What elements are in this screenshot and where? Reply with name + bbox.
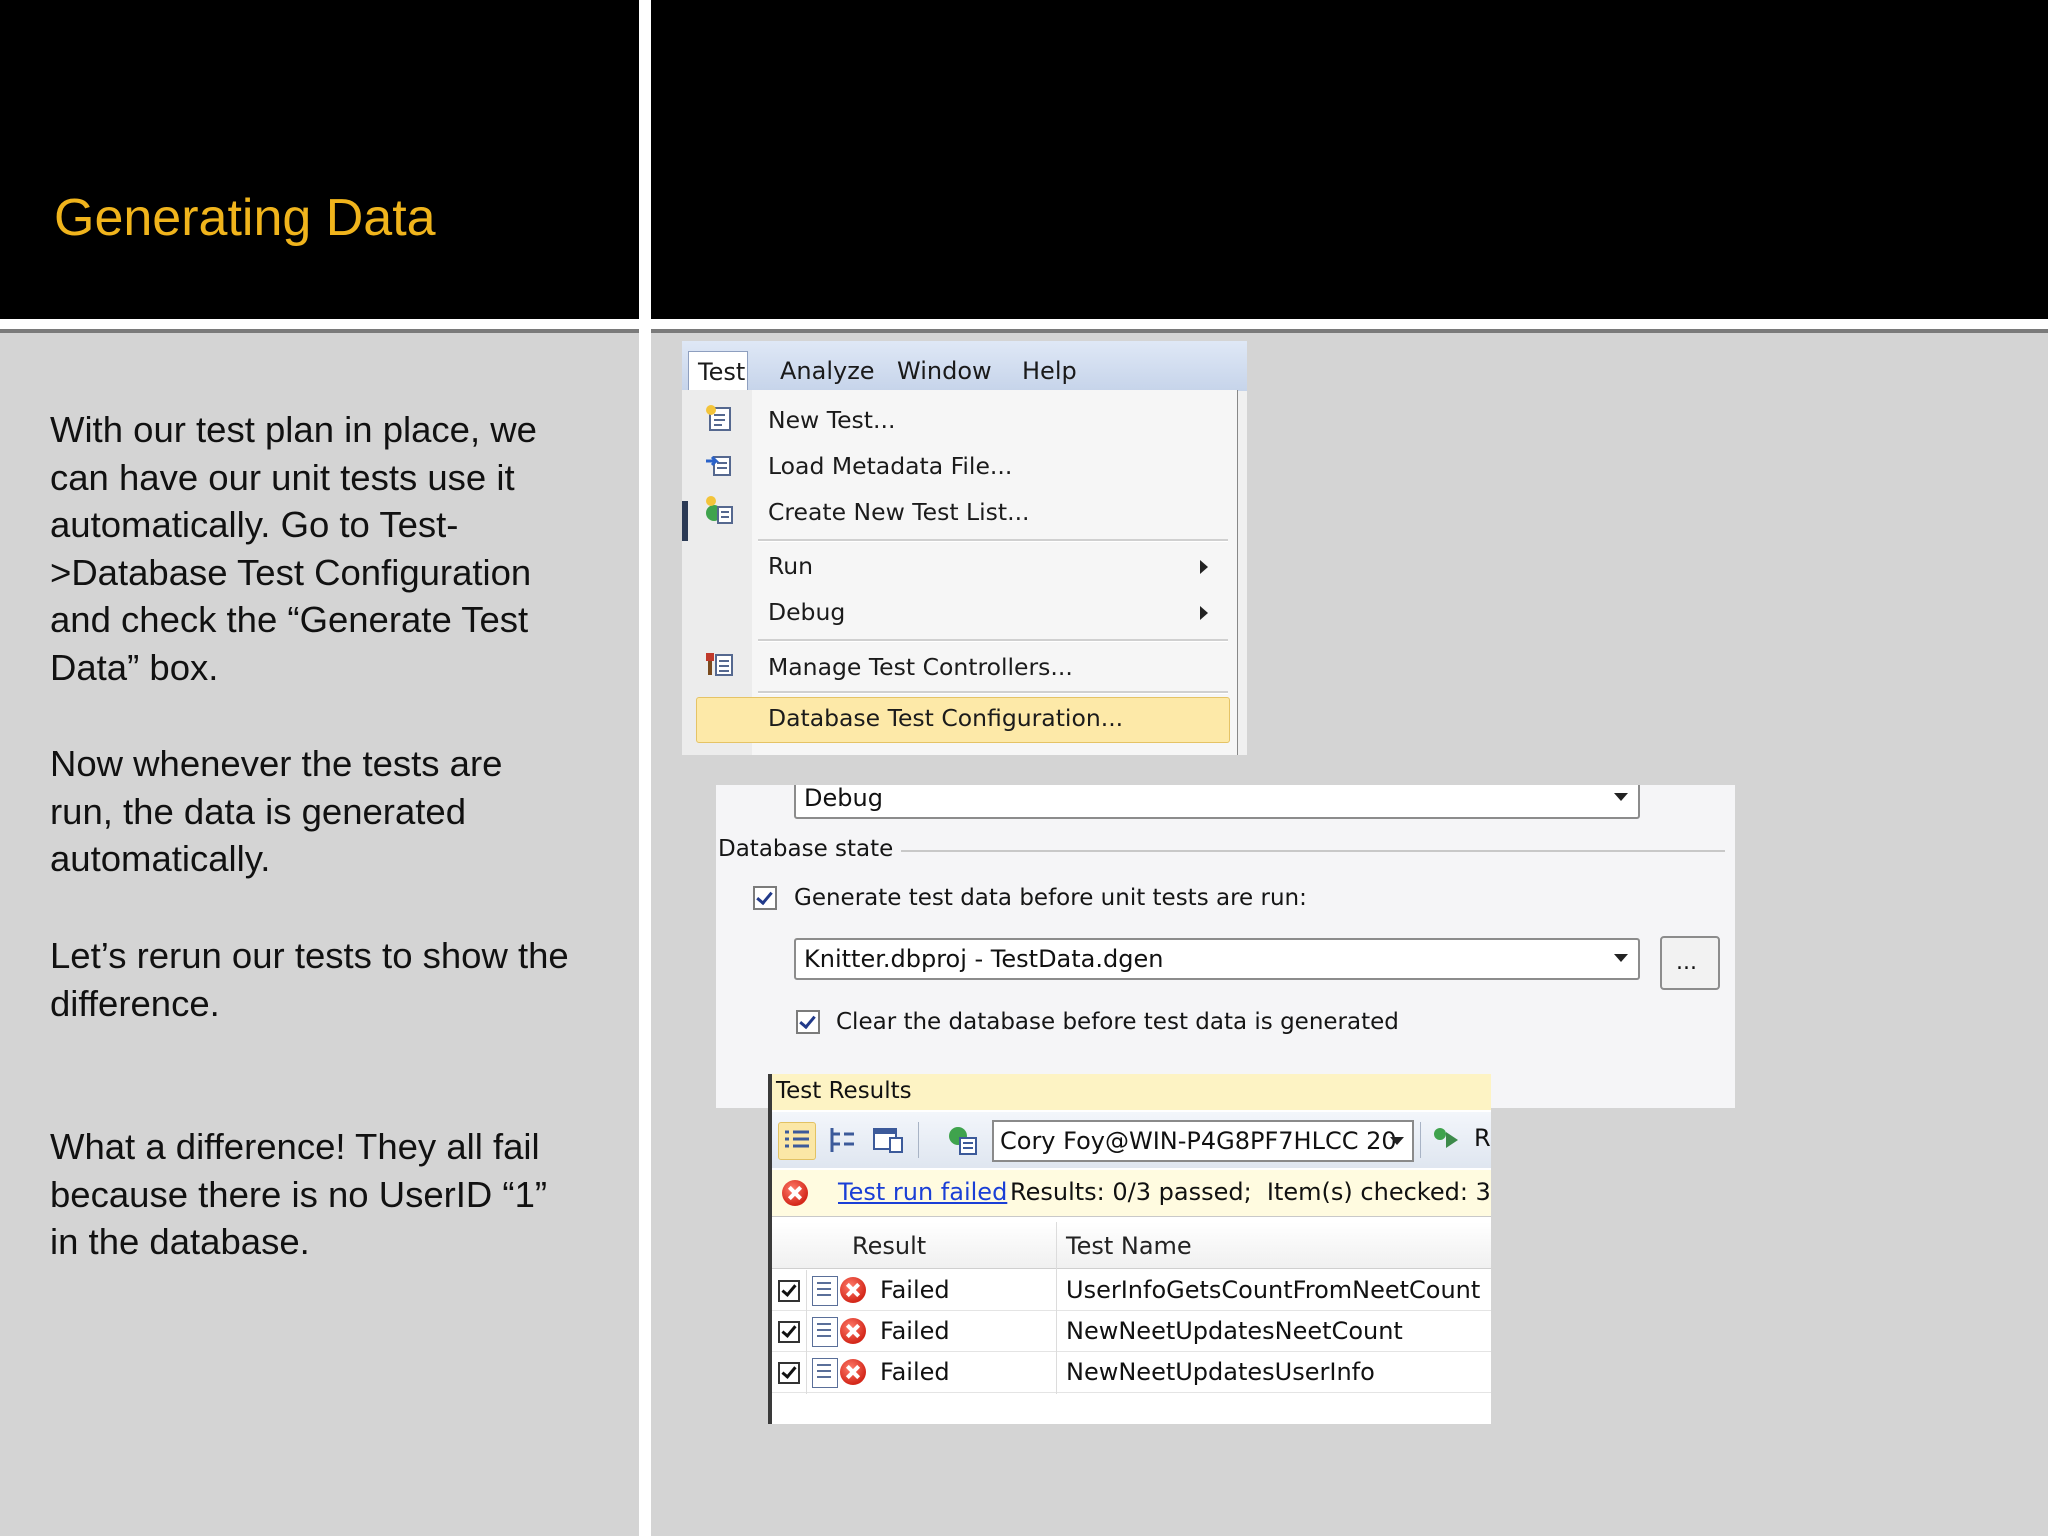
row-checkbox[interactable] <box>778 1362 800 1384</box>
group-view-button[interactable] <box>824 1122 860 1158</box>
failed-icon <box>840 1318 866 1344</box>
chevron-down-icon <box>1614 793 1628 801</box>
tree-view-icon <box>830 1128 854 1152</box>
browse-button[interactable]: ... <box>1660 936 1720 990</box>
menu-item-manage-controllers[interactable]: Manage Test Controllers... <box>768 653 1073 681</box>
run-icon <box>1434 1128 1458 1148</box>
submenu-arrow-icon <box>1200 560 1208 574</box>
data-plan-value: Knitter.dbproj - TestData.dgen <box>804 945 1164 973</box>
test-document-icon <box>812 1317 838 1347</box>
table-row[interactable]: Failed UserInfoGetsCountFromNeetCount <box>768 1270 1491 1311</box>
menu-separator <box>758 539 1228 542</box>
new-test-list-icon <box>706 496 733 524</box>
list-view-icon <box>785 1130 809 1148</box>
section-divider <box>901 850 1725 852</box>
column-header-test-name[interactable]: Test Name <box>1066 1232 1192 1260</box>
test-run-icon <box>949 1127 977 1155</box>
new-test-icon <box>706 405 731 431</box>
error-icon <box>782 1180 808 1206</box>
configuration-select[interactable]: Debug <box>794 785 1640 819</box>
clear-database-label: Clear the database before test data is g… <box>836 1009 1399 1035</box>
paragraph-generation: Now whenever the tests are run, the data… <box>50 743 503 879</box>
test-menu-screenshot: Test Analyze Window Help New Test... Loa… <box>682 341 1247 755</box>
test-document-icon <box>812 1358 838 1388</box>
toolbar-separator <box>1420 1122 1421 1158</box>
rerun-label: R <box>1474 1124 1491 1152</box>
test-run-select[interactable]: Cory Foy@WIN-P4G8PF7HLCC 20 <box>992 1120 1414 1162</box>
slide-title: Generating Data <box>54 189 436 247</box>
row-result: Failed <box>880 1358 950 1386</box>
table-row[interactable]: Failed NewNeetUpdatesNeetCount <box>768 1311 1491 1352</box>
test-run-status-bar: Test run failed Results: 0/3 passed; Ite… <box>768 1170 1491 1217</box>
menu-item-database-test-configuration-label: Database Test Configuration... <box>768 704 1124 732</box>
data-plan-select[interactable]: Knitter.dbproj - TestData.dgen <box>794 938 1640 980</box>
test-run-value: Cory Foy@WIN-P4G8PF7HLCC 20 <box>1000 1127 1397 1155</box>
menu-item-database-test-configuration[interactable]: Database Test Configuration... <box>696 697 1230 743</box>
menu-test[interactable]: Test <box>688 351 748 392</box>
menu-item-new-test-list[interactable]: Create New Test List... <box>768 498 1030 526</box>
menu-separator <box>758 639 1228 642</box>
table-row[interactable]: Failed NewNeetUpdatesUserInfo <box>768 1352 1491 1393</box>
row-checkbox[interactable] <box>778 1280 800 1302</box>
run-config-button[interactable] <box>944 1122 980 1158</box>
window-icon <box>873 1128 903 1153</box>
test-results-title: Test Results <box>776 1078 912 1104</box>
test-results-toolbar: Cory Foy@WIN-P4G8PF7HLCC 20 R <box>768 1112 1491 1168</box>
submenu-arrow-icon <box>1200 606 1208 620</box>
paragraph-intro: With our test plan in place, we can have… <box>50 409 537 688</box>
rerun-button[interactable] <box>1430 1122 1466 1158</box>
row-test-name: UserInfoGetsCountFromNeetCount <box>1066 1276 1481 1304</box>
paragraph-rerun: Let’s rerun our tests to show the differ… <box>50 935 569 1024</box>
configuration-value: Debug <box>804 785 883 812</box>
test-document-icon <box>812 1276 838 1306</box>
browse-button-label: ... <box>1676 950 1697 975</box>
row-test-name: NewNeetUpdatesNeetCount <box>1066 1317 1403 1345</box>
details-view-button[interactable] <box>870 1122 906 1158</box>
column-divider <box>806 1270 807 1394</box>
test-controllers-icon <box>706 653 733 676</box>
title-banner-right <box>651 0 2048 319</box>
generate-test-data-checkbox[interactable] <box>753 886 777 910</box>
toolbar-separator <box>918 1122 919 1158</box>
row-result: Failed <box>880 1276 950 1304</box>
row-result: Failed <box>880 1317 950 1345</box>
menu-separator <box>758 691 1228 694</box>
generate-test-data-label: Generate test data before unit tests are… <box>794 885 1307 911</box>
editor-edge <box>682 501 688 541</box>
list-view-button[interactable] <box>778 1122 816 1160</box>
row-test-name: NewNeetUpdatesUserInfo <box>1066 1358 1375 1386</box>
column-divider <box>1056 1222 1057 1394</box>
menu-test-label: Test <box>698 358 746 386</box>
menu-item-run[interactable]: Run <box>768 552 813 580</box>
chevron-down-icon <box>1614 954 1628 962</box>
test-results-window: Test Results Cory Foy@WIN-P4G8PF7HLCC 20… <box>768 1074 1491 1424</box>
results-table-header: Result Test Name <box>768 1222 1491 1269</box>
menu-item-new-test[interactable]: New Test... <box>768 406 895 434</box>
chevron-down-icon <box>1390 1137 1404 1145</box>
menu-help[interactable]: Help <box>1022 357 1077 385</box>
menu-analyze[interactable]: Analyze <box>780 357 875 385</box>
database-state-label: Database state <box>718 836 894 862</box>
paragraph-result: What a difference! They all fail because… <box>50 1126 548 1262</box>
menu-item-load-metadata[interactable]: Load Metadata File... <box>768 452 1012 480</box>
failed-icon <box>840 1359 866 1385</box>
column-divider <box>639 0 651 1536</box>
test-results-border <box>768 1074 772 1424</box>
test-run-failed-link[interactable]: Test run failed <box>838 1178 1007 1206</box>
title-banner-left <box>0 0 639 319</box>
row-checkbox[interactable] <box>778 1321 800 1343</box>
test-results-titlebar: Test Results <box>768 1074 1491 1110</box>
menu-item-debug[interactable]: Debug <box>768 598 845 626</box>
database-config-screenshot: Debug Database state Generate test data … <box>716 785 1735 1108</box>
failed-icon <box>840 1277 866 1303</box>
test-run-summary: Results: 0/3 passed; Item(s) checked: 3 <box>1010 1178 1491 1206</box>
clear-database-checkbox[interactable] <box>796 1010 820 1034</box>
load-metadata-icon <box>706 455 731 476</box>
column-header-result[interactable]: Result <box>852 1232 926 1260</box>
menu-window[interactable]: Window <box>897 357 992 385</box>
